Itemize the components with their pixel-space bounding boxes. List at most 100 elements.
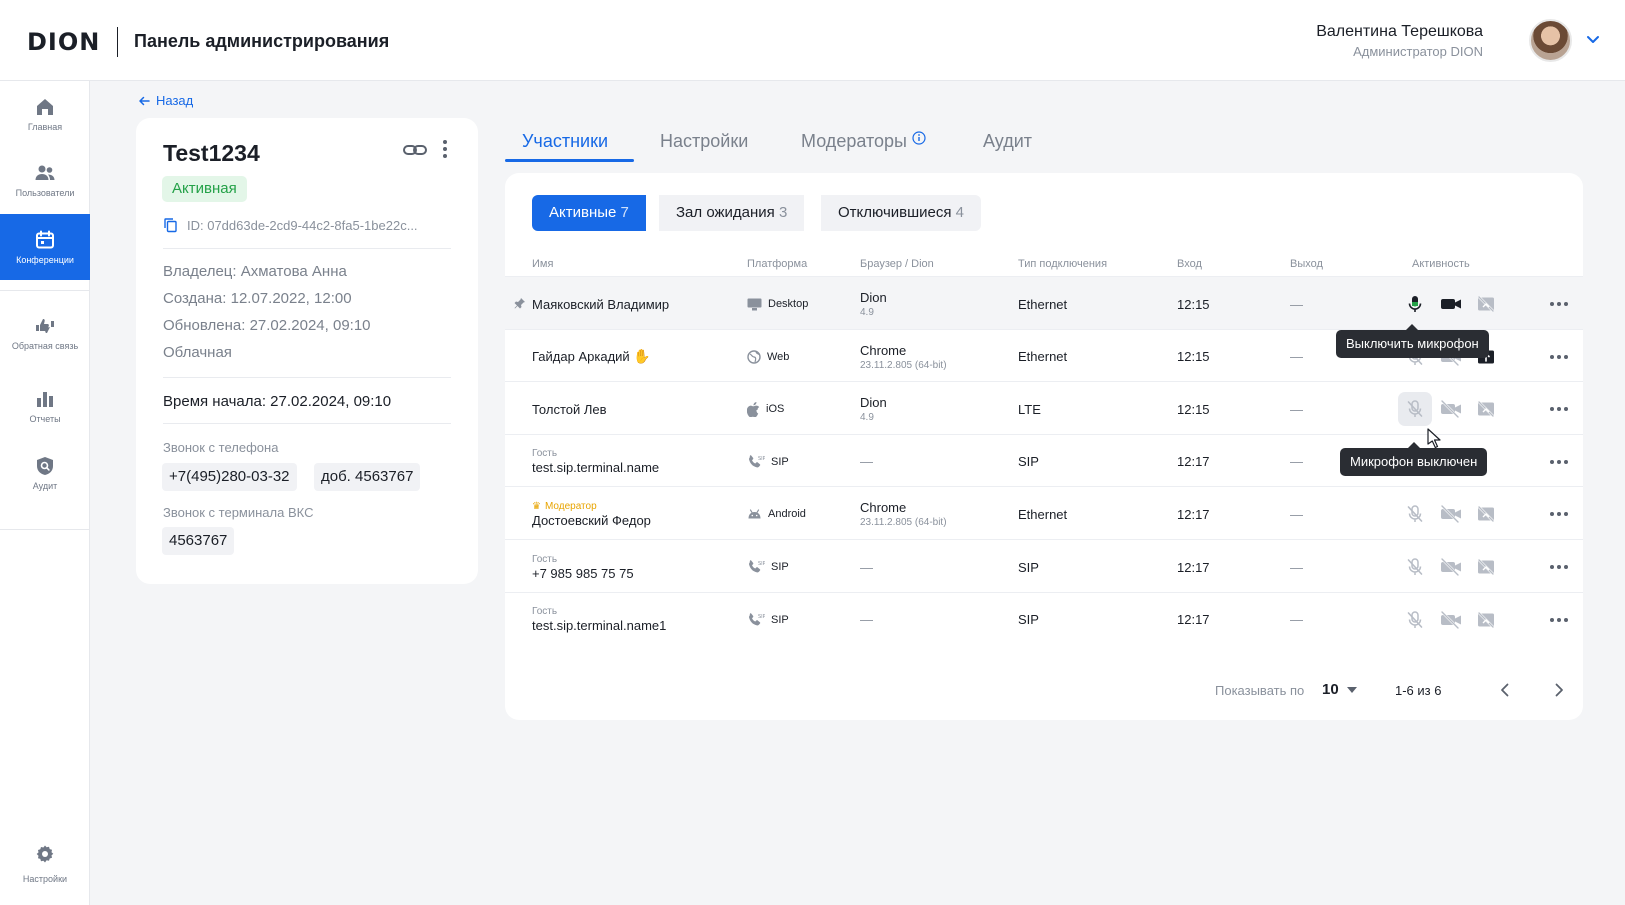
more-horizontal-icon[interactable] — [1548, 400, 1570, 418]
cell-connection: Ethernet — [1018, 296, 1068, 312]
cell-join-time: 12:15 — [1177, 401, 1210, 417]
column-header-browser[interactable]: Браузер / Dion — [860, 258, 934, 270]
back-link[interactable]: Назад — [138, 93, 193, 108]
back-label: Назад — [156, 93, 194, 108]
participant-name-text: Достоевский Федор — [532, 512, 651, 528]
chevron-right-icon[interactable] — [1549, 680, 1569, 700]
participants-panel: Активные 7 Зал ожидания 3 Отключившиеся … — [505, 173, 1583, 720]
platform-label: Android — [768, 508, 806, 521]
browser-label: Chrome — [860, 500, 907, 516]
tab-moderators[interactable]: Модераторы — [801, 131, 926, 152]
app-title: Панель администрирования — [134, 31, 390, 51]
segment-waiting-room[interactable]: Зал ожидания 3 — [659, 195, 805, 231]
sidebar-item-users[interactable]: Пользователи — [0, 147, 90, 213]
divider — [163, 423, 451, 424]
cell-browser: — — [860, 435, 873, 489]
table-row[interactable]: Гость +7 985 985 75 75 SIP SIP — SIP 12:17 — — [505, 539, 1583, 593]
tab-settings[interactable]: Настройки — [660, 131, 748, 152]
sidebar-item-settings[interactable]: Настройки — [0, 843, 90, 887]
divider — [163, 248, 451, 249]
segment-active[interactable]: Активные 7 — [532, 195, 646, 231]
vks-call-label: Звонок с терминала ВКС — [163, 505, 314, 520]
browser-label: Dion — [860, 290, 887, 305]
sidebar-item-feedback[interactable]: Обратная связь — [0, 300, 90, 366]
participant-name: test.sip.terminal.name1 — [532, 618, 666, 633]
column-header-leave[interactable]: Выход — [1290, 258, 1323, 270]
table-row[interactable]: Гость test.sip.terminal.name1 SIP SIP — SIP 12… — [505, 591, 1583, 646]
camera-off-icon[interactable] — [1440, 399, 1461, 419]
browser-version: 23.11.2.805 (64-bit) — [860, 517, 947, 529]
copy-icon[interactable] — [163, 217, 178, 233]
cell-connection: Ethernet — [1018, 349, 1068, 365]
more-horizontal-icon[interactable] — [1548, 348, 1570, 366]
platform-label: SIP — [771, 561, 789, 573]
platform-label: iOS — [766, 403, 785, 416]
more-horizontal-icon[interactable] — [1548, 558, 1570, 576]
sidebar-item-home[interactable]: Главная — [0, 81, 90, 147]
tooltip-microphone-off: Микрофон выключен — [1340, 442, 1488, 476]
more-horizontal-icon[interactable] — [1548, 611, 1570, 629]
vks-number[interactable]: 4563767 — [162, 527, 235, 555]
camera-off-icon[interactable] — [1440, 610, 1461, 630]
cell-connection: SIP — [1018, 559, 1039, 575]
svg-text:SIP: SIP — [758, 561, 765, 567]
platform-label: SIP — [771, 613, 789, 626]
phone-extension[interactable]: доб. 4563767 — [314, 463, 421, 491]
more-horizontal-icon[interactable] — [1548, 505, 1570, 523]
microphone-off-icon[interactable] — [1405, 557, 1425, 577]
link-icon[interactable] — [402, 140, 428, 160]
more-vertical-icon[interactable] — [441, 138, 449, 160]
globe-icon — [747, 349, 761, 364]
table-row[interactable]: ♛ Модератор Достоевский Федор Android Chrome… — [505, 486, 1583, 540]
caret-down-icon — [1346, 686, 1357, 693]
desktop-icon — [747, 298, 762, 311]
tab-participants[interactable]: Участники — [522, 131, 608, 152]
chevron-left-icon[interactable] — [1495, 680, 1515, 700]
table-row[interactable]: Толстой Лев iOS Dion 4.9 LTE 12:15 — — [505, 381, 1583, 435]
chevron-down-icon[interactable] — [1585, 31, 1601, 47]
info-icon[interactable] — [912, 131, 926, 145]
camera-off-icon[interactable] — [1440, 557, 1461, 577]
avatar[interactable] — [1529, 19, 1572, 62]
users-icon — [35, 165, 55, 180]
column-header-platform[interactable]: Платформа — [747, 258, 807, 270]
camera-off-icon[interactable] — [1440, 504, 1461, 524]
page-range: 1-6 из 6 — [1395, 683, 1442, 698]
participant-role: Гость — [532, 448, 659, 459]
cell-leave-time: — — [1290, 296, 1303, 312]
column-header-join[interactable]: Вход — [1177, 258, 1202, 270]
column-header-connection[interactable]: Тип подключения — [1018, 258, 1107, 270]
microphone-on-icon[interactable] — [1405, 294, 1425, 314]
camera-on-icon[interactable] — [1440, 294, 1461, 314]
screen-share-off-icon[interactable] — [1476, 294, 1496, 314]
table-row[interactable]: Маяковский Владимир Desktop Dion 4.9 Etherne… — [505, 276, 1583, 330]
arrow-left-icon — [139, 96, 150, 105]
sidebar-item-conferences[interactable]: Конференции — [0, 214, 90, 280]
segment-count: 3 — [778, 204, 788, 221]
browser-label: — — [860, 559, 873, 575]
more-horizontal-icon[interactable] — [1548, 453, 1570, 471]
microphone-off-icon[interactable] — [1405, 504, 1425, 524]
sidebar-item-audit[interactable]: Аудит — [0, 440, 90, 506]
conference-id-text: ID: 07dd63de-2cd9-44c2-8fa5-1be22c... — [187, 217, 418, 233]
screen-share-off-icon[interactable] — [1476, 610, 1496, 630]
feedback-icon — [36, 319, 54, 333]
segment-disconnected[interactable]: Отключившиеся 4 — [821, 195, 981, 231]
participant-name-text: Гайдар Аркадий — [532, 349, 630, 365]
screen-share-off-icon[interactable] — [1476, 399, 1496, 419]
microphone-off-icon[interactable] — [1405, 610, 1425, 630]
logo[interactable]: DION — [27, 28, 100, 56]
screen-share-off-icon[interactable] — [1476, 504, 1496, 524]
more-horizontal-icon[interactable] — [1548, 295, 1570, 313]
gear-icon — [36, 845, 54, 863]
sidebar-item-reports[interactable]: Отчеты — [0, 373, 90, 439]
tab-audit[interactable]: Аудит — [983, 131, 1032, 152]
phone-number[interactable]: +7(495)280-03-32 — [162, 463, 297, 491]
page-size-select[interactable]: 10 — [1322, 681, 1357, 698]
column-header-name[interactable]: Имя — [532, 258, 553, 270]
screen-share-off-icon[interactable] — [1476, 557, 1496, 577]
column-header-activity[interactable]: Активность — [1412, 258, 1470, 270]
participant-name: Достоевский Федор — [532, 513, 651, 528]
microphone-off-icon[interactable] — [1405, 399, 1425, 419]
browser-label: — — [860, 612, 873, 628]
